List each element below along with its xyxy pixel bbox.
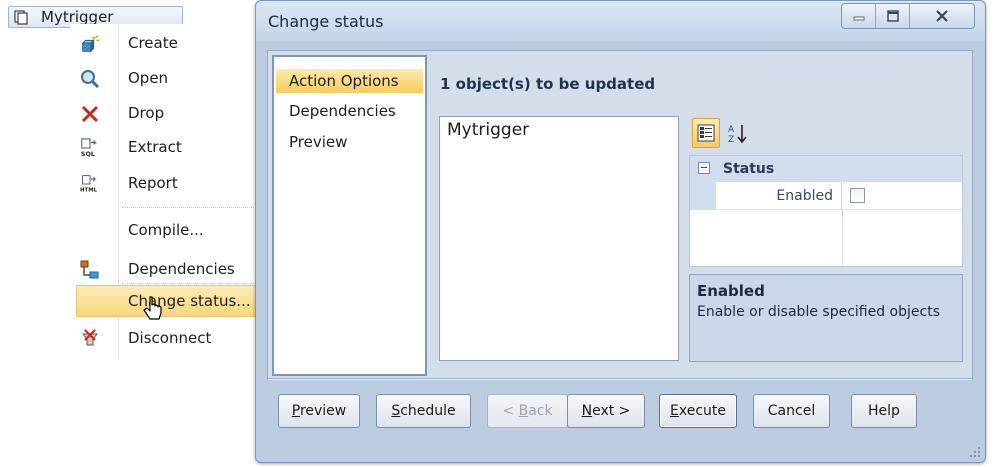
magnifier-icon — [80, 69, 100, 89]
category-row-status[interactable]: Status — [690, 156, 962, 182]
objects-list[interactable]: Mytrigger — [439, 116, 679, 361]
categorized-icon — [697, 124, 715, 142]
menu-item-label: Compile... — [128, 221, 204, 239]
menu-item-disconnect[interactable]: Disconnect — [70, 322, 260, 354]
back-button[interactable]: < Back — [487, 394, 568, 428]
menu-item-compile[interactable]: Compile... — [70, 214, 260, 246]
description-text: Enable or disable specified objects — [697, 304, 940, 320]
grid-column-divider — [842, 210, 843, 266]
button-label-prefix: < — [502, 403, 519, 419]
menu-item-label: Extract — [128, 138, 182, 156]
menu-item-label: Open — [128, 69, 169, 87]
close-button[interactable] — [910, 4, 974, 28]
svg-text:A: A — [728, 125, 735, 135]
property-grid: Status Enabled — [689, 155, 963, 267]
trigger-object-icon — [14, 10, 28, 25]
menu-item-label: Disconnect — [128, 329, 212, 347]
alphabetical-sort-button[interactable]: A Z — [724, 118, 752, 148]
category-label: Status — [723, 161, 775, 177]
wizard-nav-panel: Action Options Dependencies Preview — [272, 55, 427, 376]
categorized-view-button[interactable] — [692, 118, 720, 148]
nav-item-action-options[interactable]: Action Options — [276, 69, 423, 93]
schedule-button[interactable]: Schedule — [376, 394, 471, 428]
button-accelerator-key: B — [518, 403, 529, 419]
property-row-margin — [690, 182, 716, 210]
collapse-icon[interactable] — [698, 162, 710, 174]
menu-item-drop[interactable]: Drop — [70, 97, 260, 129]
menu-item-label: Report — [128, 174, 178, 192]
menu-item-label: Create — [128, 34, 178, 52]
help-button[interactable]: Help — [851, 394, 917, 428]
menu-separator — [122, 207, 258, 208]
menu-item-open[interactable]: Open — [70, 62, 260, 94]
svg-text:HTML: HTML — [80, 188, 98, 194]
menu-item-dependencies[interactable]: Dependencies — [70, 253, 260, 285]
menu-item-label: Drop — [128, 104, 165, 122]
close-icon — [936, 10, 948, 22]
cancel-button[interactable]: Cancel — [753, 394, 830, 428]
menu-item-create[interactable]: Create — [70, 27, 260, 59]
menu-item-extract[interactable]: SQL Extract — [70, 131, 260, 163]
button-label-rest: chedule — [400, 403, 456, 419]
minimize-button[interactable] — [842, 4, 876, 28]
enabled-checkbox[interactable] — [850, 188, 865, 203]
dialog-title: Change status — [268, 12, 384, 31]
button-label-rest: ext > — [592, 403, 631, 419]
maximize-button[interactable] — [876, 4, 910, 28]
button-label-rest: review — [299, 403, 347, 419]
create-icon — [80, 34, 100, 54]
maximize-icon — [886, 10, 899, 22]
context-menu: Create Open Drop SQL Extract HTML Report… — [70, 24, 260, 360]
menu-separator — [122, 283, 258, 284]
dependencies-icon — [80, 260, 100, 280]
nav-item-preview[interactable]: Preview — [276, 130, 423, 154]
dialog-titlebar[interactable]: Change status — [256, 1, 985, 41]
property-row-enabled[interactable]: Enabled — [690, 182, 962, 210]
red-x-icon — [80, 104, 100, 124]
menu-item-report[interactable]: HTML Report — [70, 167, 260, 199]
footer-separator — [268, 378, 972, 380]
disconnect-icon — [80, 329, 100, 349]
description-title: Enabled — [697, 282, 765, 300]
change-status-dialog: Change status Action Options Dependencie… — [255, 0, 986, 463]
next-button[interactable]: Next > — [567, 394, 645, 428]
sort-az-icon: A Z — [728, 125, 747, 144]
list-item[interactable]: Mytrigger — [447, 120, 529, 140]
button-accelerator-key: P — [291, 403, 300, 419]
property-name: Enabled — [716, 182, 842, 210]
resize-grip-icon[interactable] — [969, 446, 981, 458]
svg-text:SQL: SQL — [81, 151, 95, 158]
button-accelerator-key: S — [391, 403, 401, 419]
minimize-icon — [853, 16, 864, 21]
menu-item-change-status[interactable]: Change status... — [76, 285, 260, 317]
dialog-body: Action Options Dependencies Preview 1 ob… — [267, 50, 973, 380]
mouse-pointer-icon — [143, 296, 162, 320]
sql-extract-icon: SQL — [80, 138, 100, 158]
html-report-icon: HTML — [80, 174, 100, 194]
button-accelerator-key: E — [670, 403, 679, 419]
execute-button[interactable]: Execute — [659, 394, 737, 428]
button-accelerator-key: N — [581, 403, 593, 419]
button-label-rest: ack — [528, 403, 553, 419]
window-controls — [841, 3, 975, 29]
svg-text:Z: Z — [728, 135, 734, 144]
preview-button[interactable]: Preview — [278, 394, 360, 428]
menu-item-label: Dependencies — [128, 260, 235, 278]
button-label-rest: xecute — [678, 403, 726, 419]
property-description-panel: Enabled Enable or disable specified obje… — [689, 274, 963, 362]
property-grid-toolbar: A Z — [690, 118, 770, 152]
objects-to-update-label: 1 object(s) to be updated — [440, 75, 656, 93]
nav-item-dependencies[interactable]: Dependencies — [276, 99, 423, 123]
